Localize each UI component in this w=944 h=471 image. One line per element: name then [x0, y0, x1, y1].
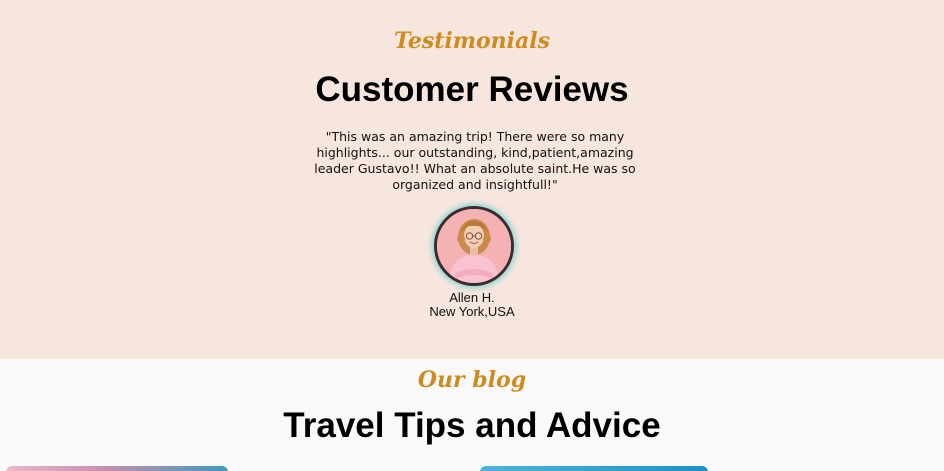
- blog-card-image[interactable]: [480, 466, 708, 471]
- review-quote: "This was an amazing trip! There were so…: [314, 129, 636, 192]
- reviewer-name: Allen H.: [449, 290, 495, 305]
- blog-eyebrow: Our blog: [417, 367, 527, 393]
- testimonials-eyebrow: Testimonials: [393, 28, 551, 54]
- testimonials-section: Testimonials Customer Reviews "This was …: [0, 0, 944, 359]
- blog-section: Our blog Travel Tips and Advice: [0, 359, 944, 471]
- blog-title: Travel Tips and Advice: [283, 406, 661, 445]
- blog-card-image[interactable]: [6, 466, 228, 471]
- testimonials-title: Customer Reviews: [315, 70, 629, 109]
- reviewer-portrait-icon: [437, 209, 511, 283]
- reviewer-avatar: [434, 206, 514, 286]
- reviewer-location: New York,USA: [429, 304, 515, 319]
